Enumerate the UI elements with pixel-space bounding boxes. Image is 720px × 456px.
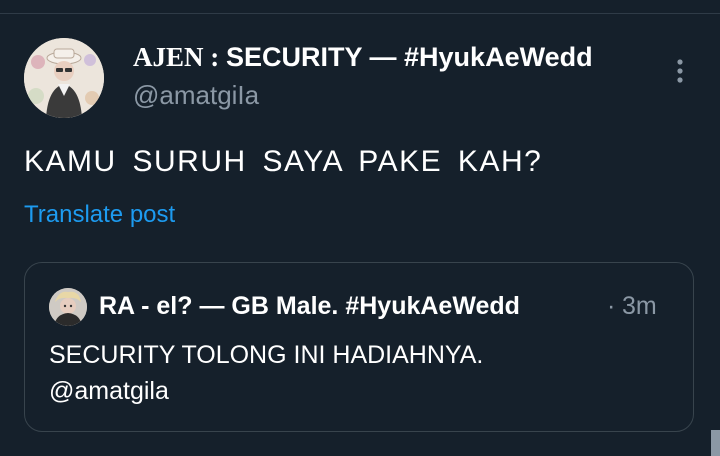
author-display-name[interactable]: AJEN : SECURITY — #HyukAeWedd (133, 41, 593, 73)
scrollbar-thumb[interactable] (711, 430, 720, 456)
profile-photo-avatar (24, 38, 104, 118)
profile-photo-avatar (49, 288, 87, 326)
author-avatar[interactable] (24, 38, 104, 118)
more-vertical-icon (677, 59, 683, 83)
author-handle[interactable]: @amatgiIa (133, 80, 259, 110)
quoted-tweet-card[interactable]: RA - el? — GB Male. #HyukAeWedd · 3m SEC… (24, 262, 694, 432)
translate-post-link[interactable]: Translate post (24, 200, 175, 230)
quoted-author-name[interactable]: RA - el? — GB Male. #HyukAeWedd (99, 290, 520, 322)
tweet-text: KAMU SURUH SAYA PAKE KAH? (24, 145, 543, 178)
display-name-rest: SECURITY — #HyukAeWedd (226, 42, 593, 72)
display-name-prefix: AJEN : (133, 42, 226, 72)
quoted-separator: · (607, 292, 616, 320)
quoted-tweet-text: SECURITY TOLONG INI HADIAHNYA. @amatgila (49, 341, 484, 405)
more-options-button[interactable] (666, 55, 694, 87)
quoted-author-avatar[interactable] (49, 288, 87, 326)
top-divider (0, 13, 720, 14)
quoted-timestamp[interactable]: 3m (622, 290, 657, 322)
tweet-detail-view: AJEN : SECURITY — #HyukAeWedd @amatgiIa … (0, 0, 720, 456)
